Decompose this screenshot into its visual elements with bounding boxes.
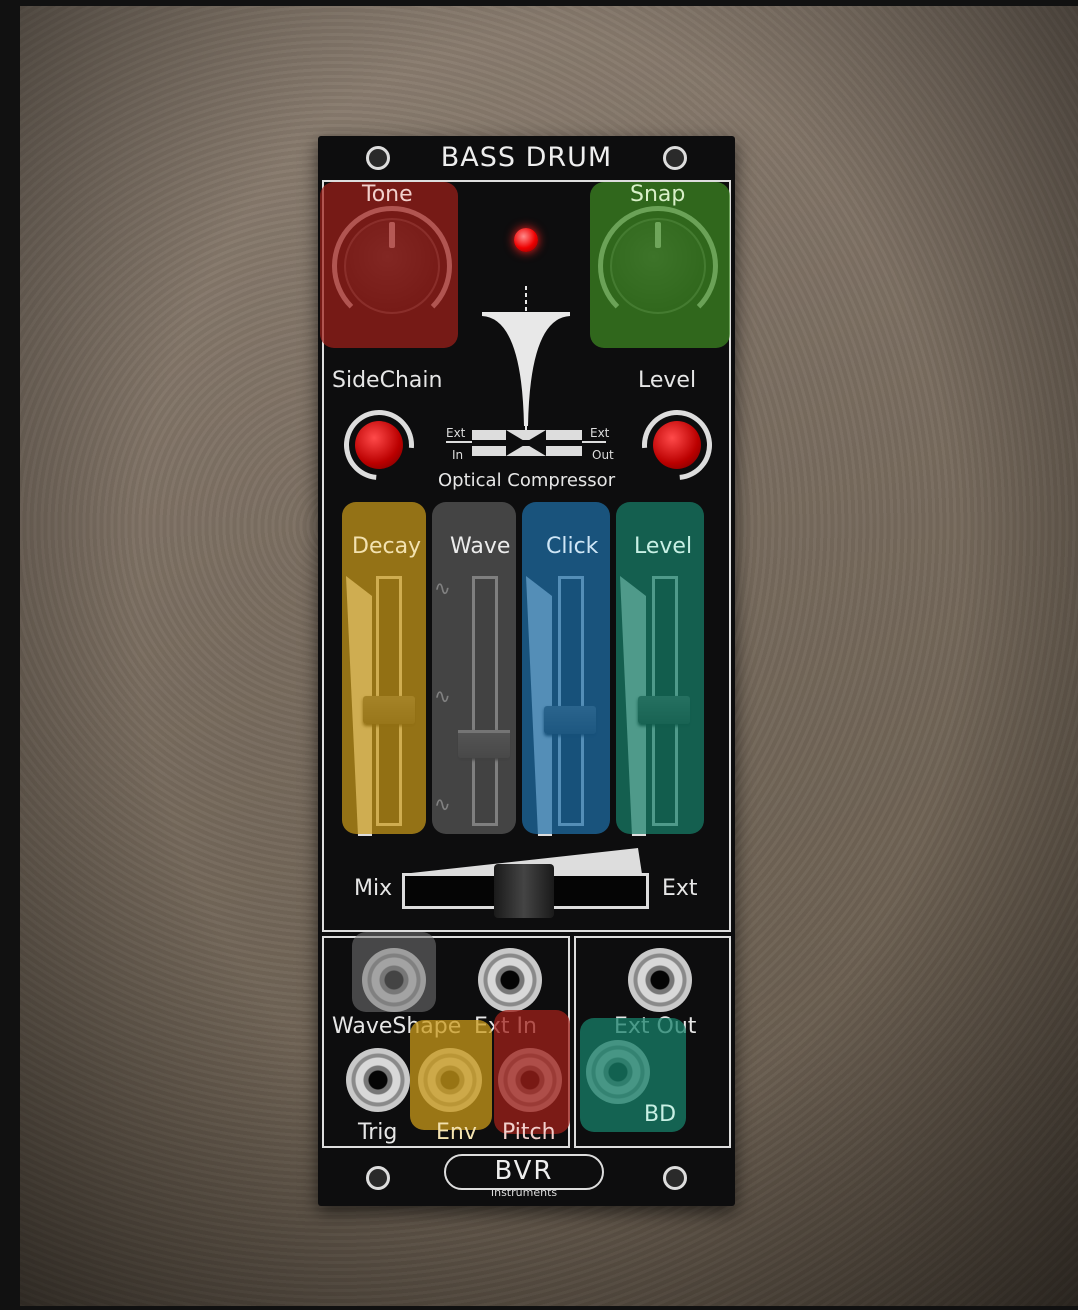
pitch-highlight — [494, 1010, 570, 1134]
status-led — [514, 228, 538, 252]
waveshape-highlight — [352, 932, 436, 1012]
ext-out-bottom-label: Out — [592, 448, 614, 462]
snap-label: Snap — [630, 182, 686, 207]
ext-in-jack[interactable] — [478, 948, 542, 1012]
level-knob-label: Level — [638, 368, 697, 393]
logo-subtitle: Instruments — [490, 1186, 558, 1199]
tone-label: Tone — [362, 182, 413, 207]
mount-hole — [366, 1166, 390, 1190]
trig-label: Trig — [358, 1120, 398, 1145]
ext-out-top-label: Ext — [590, 426, 610, 440]
compressor-graphic — [446, 430, 606, 456]
module-panel: BASS DRUM Tone Snap SideChain Level Ext … — [318, 136, 735, 1206]
brand-logo: BVR Instruments — [444, 1154, 604, 1200]
sidechain-label: SideChain — [332, 368, 443, 393]
pitch-label: Pitch — [502, 1120, 556, 1145]
compressor-label: Optical Compressor — [438, 470, 616, 491]
wave-label: Wave — [450, 534, 511, 559]
bd-label: BD — [644, 1102, 677, 1127]
ext-in-top-label: Ext — [446, 426, 466, 440]
mix-label: Mix — [354, 876, 393, 901]
decay-label: Decay — [352, 534, 422, 559]
ext-mix-label: Ext — [662, 876, 698, 901]
trig-jack[interactable] — [346, 1048, 410, 1112]
click-label: Click — [546, 534, 599, 559]
envelope-graphic — [482, 286, 570, 436]
level-slider-label: Level — [634, 534, 693, 559]
env-label: Env — [436, 1120, 477, 1145]
mix-slider[interactable] — [494, 864, 554, 918]
mount-hole — [663, 1166, 687, 1190]
ext-in-bottom-label: In — [452, 448, 464, 462]
logo-mark: BVR — [494, 1156, 554, 1186]
env-highlight — [410, 1020, 492, 1130]
ext-out-jack[interactable] — [628, 948, 692, 1012]
level-knob[interactable] — [653, 421, 701, 469]
module-title: BASS DRUM — [440, 142, 613, 173]
sidechain-knob[interactable] — [355, 421, 403, 469]
